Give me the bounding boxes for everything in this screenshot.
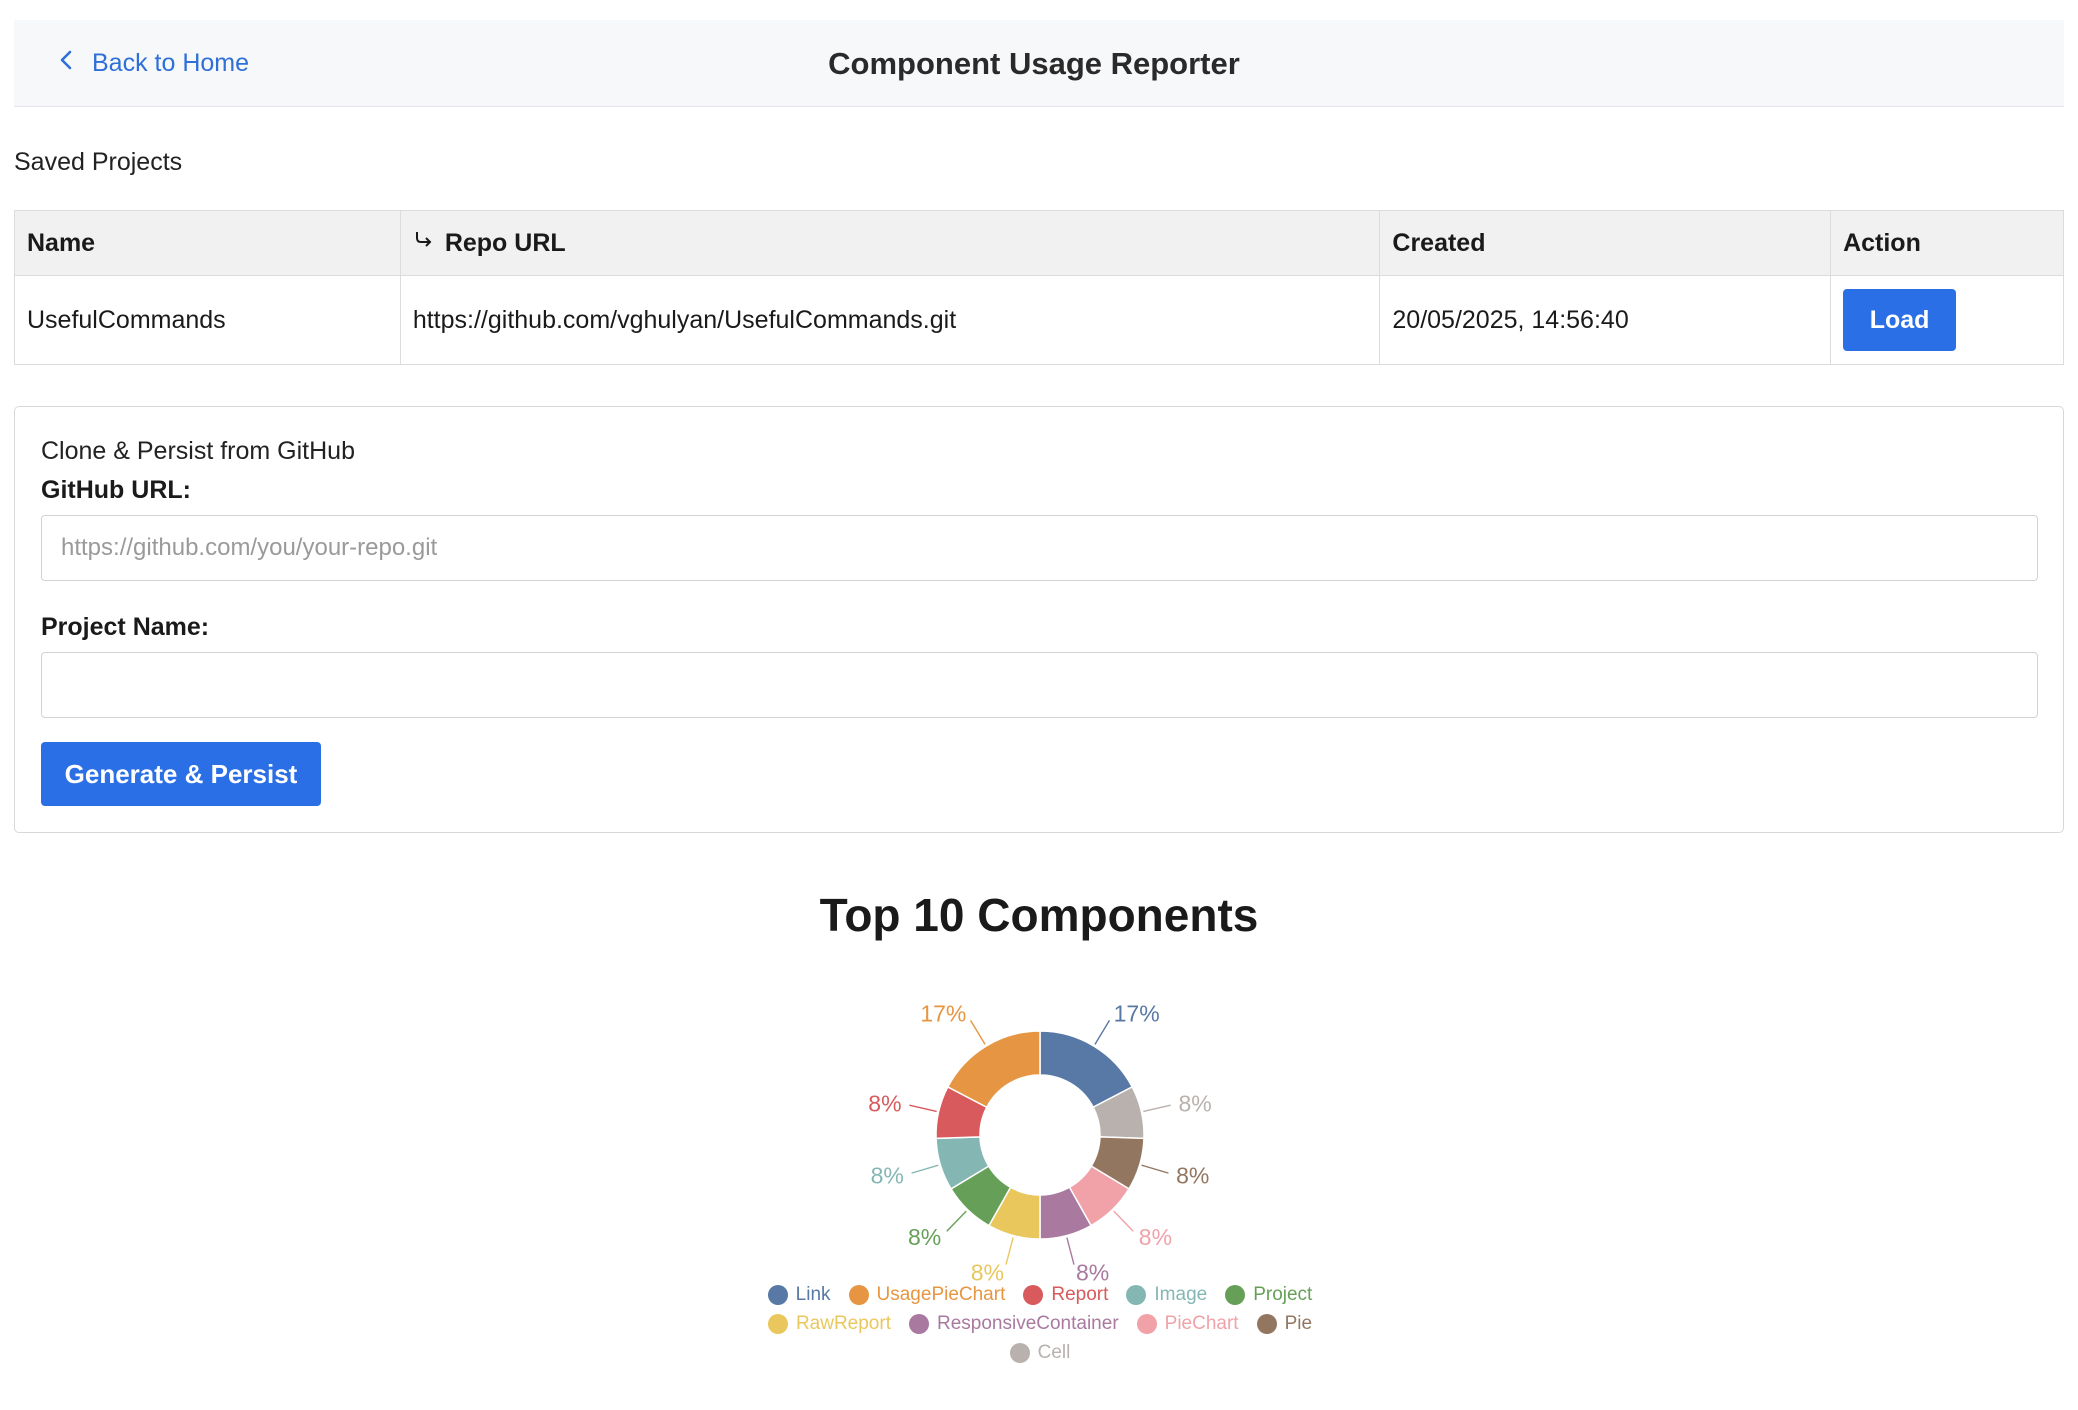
project-name-cell: UsefulCommands — [14, 275, 401, 365]
action-cell: Load — [1830, 275, 2064, 365]
generate-persist-button[interactable]: Generate & Persist — [41, 742, 321, 806]
legend-label: PieChart — [1164, 1312, 1239, 1334]
legend-item-raw-report[interactable]: RawReport — [767, 1312, 891, 1335]
legend-swatch — [1225, 1284, 1246, 1305]
legend-swatch — [1256, 1313, 1277, 1334]
project-name-label: Project Name: — [41, 613, 210, 641]
redirect-arrow-icon — [413, 229, 435, 258]
legend-swatch — [1023, 1284, 1044, 1305]
column-header-action: Action — [1830, 210, 2064, 276]
slice-leader-line — [1113, 1210, 1134, 1232]
column-header-repo-url[interactable]: Repo URL — [399, 210, 1381, 276]
slice-percent-label: 8% — [871, 1162, 904, 1188]
legend-item-responsive-container[interactable]: ResponsiveContainer — [908, 1312, 1119, 1335]
slice-percent-label: 8% — [971, 1259, 1004, 1285]
table-header-row: Name Repo URL Created Action — [14, 210, 2064, 276]
legend-swatch — [1126, 1284, 1147, 1305]
column-header-repo-url-label: Repo URL — [444, 228, 566, 257]
legend-swatch — [908, 1313, 929, 1334]
legend-item-project[interactable]: Project — [1225, 1283, 1312, 1306]
legend-swatch — [767, 1284, 788, 1305]
slice-leader-line — [909, 1104, 937, 1113]
legend-label: Project — [1253, 1283, 1313, 1305]
clone-card-title: Clone & Persist from GitHub — [41, 437, 355, 465]
slice-percent-label: 8% — [1176, 1162, 1209, 1188]
legend-label: RawReport — [795, 1312, 891, 1334]
load-button[interactable]: Load — [1843, 289, 1957, 351]
repo-url-cell: https://github.com/vghulyan/UsefulComman… — [399, 275, 1381, 365]
column-header-name[interactable]: Name — [14, 210, 401, 276]
legend-swatch — [848, 1284, 869, 1305]
slice-percent-label: 8% — [1076, 1259, 1109, 1285]
legend-label: Pie — [1284, 1312, 1313, 1334]
slice-percent-label: 17% — [1114, 1001, 1160, 1027]
created-cell: 20/05/2025, 14:56:40 — [1379, 275, 1832, 365]
slice-leader-line — [1143, 1104, 1171, 1113]
github-url-label: GitHub URL: — [41, 476, 191, 504]
clone-persist-card: Clone & Persist from GitHub GitHub URL: … — [14, 406, 2064, 833]
legend-label: Image — [1154, 1283, 1208, 1305]
legend-swatch — [1136, 1313, 1157, 1334]
legend-label: ResponsiveContainer — [936, 1312, 1119, 1334]
slice-leader-line — [969, 1020, 986, 1045]
legend-label: Link — [795, 1283, 831, 1305]
slice-percent-label: 8% — [868, 1090, 901, 1116]
legend-label: Cell — [1037, 1341, 1071, 1363]
legend-label: UsagePieChart — [876, 1283, 1006, 1305]
top-bar: Back to Home Component Usage Reporter — [14, 20, 2064, 107]
legend-item-cell[interactable]: Cell — [1009, 1341, 1071, 1364]
chart-legend: Link UsagePieChart Report Image Project RawRe… — [740, 1283, 1340, 1364]
slice-leader-line — [1005, 1237, 1014, 1265]
legend-swatch — [1009, 1342, 1030, 1363]
slice-leader-line — [911, 1164, 939, 1174]
slice-percent-label: 8% — [1139, 1224, 1172, 1250]
table-row: UsefulCommands https://github.com/vghuly… — [14, 275, 2064, 365]
slice-leader-line — [1066, 1237, 1075, 1265]
legend-item-report[interactable]: Report — [1023, 1283, 1108, 1306]
legend-swatch — [767, 1313, 788, 1334]
project-name-input[interactable] — [41, 652, 2038, 718]
legend-item-image[interactable]: Image — [1126, 1283, 1207, 1306]
component-usage-donut-chart: 17% 8% 8% 8% 8% 8% 8% 8% 8% 17% — [868, 1001, 1211, 1286]
chart-title: Top 10 Components — [819, 889, 1259, 941]
slice-percent-label: 8% — [1178, 1090, 1211, 1116]
legend-label: Report — [1051, 1283, 1109, 1305]
slice-leader-line — [1094, 1020, 1111, 1045]
slice-leader-line — [946, 1210, 967, 1232]
legend-item-usage-pie-chart[interactable]: UsagePieChart — [848, 1283, 1006, 1306]
legend-item-pie-chart[interactable]: PieChart — [1136, 1312, 1239, 1335]
slice-percent-label: 8% — [908, 1224, 941, 1250]
page-title: Component Usage Reporter — [828, 45, 1240, 81]
saved-projects-table: Name Repo URL Created Action UsefulComma… — [14, 210, 2064, 365]
slice-percent-label: 17% — [920, 1001, 966, 1027]
saved-projects-heading: Saved Projects — [14, 148, 183, 176]
github-url-input[interactable] — [41, 515, 2038, 581]
legend-item-link[interactable]: Link — [767, 1283, 831, 1306]
legend-item-pie[interactable]: Pie — [1256, 1312, 1313, 1335]
column-header-created[interactable]: Created — [1379, 210, 1832, 276]
slice-leader-line — [1141, 1164, 1169, 1174]
